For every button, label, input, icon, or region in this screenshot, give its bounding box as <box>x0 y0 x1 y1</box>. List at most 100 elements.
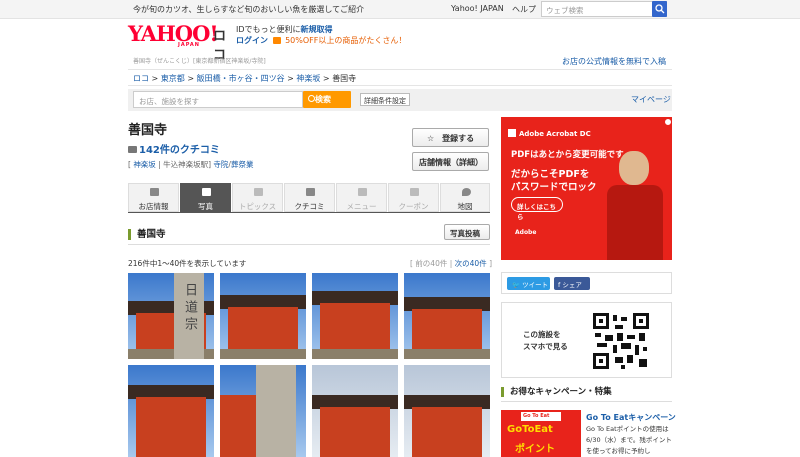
ad-cta-button[interactable]: 詳しくはこちら <box>511 197 563 221</box>
tab-topics[interactable]: トピックス <box>232 183 283 212</box>
campaign-img-line1: GoToEat <box>507 424 553 435</box>
adobe-logo: Adobe <box>515 229 537 236</box>
yahoo-japan-link[interactable]: Yahoo! JAPAN <box>451 4 504 13</box>
ad-person-image <box>605 145 665 260</box>
tab-label: メニュー <box>346 202 377 211</box>
breadcrumb-kagurazaka[interactable]: 神楽坂 <box>296 74 320 83</box>
tweet-button[interactable]: 🐦 ツイート <box>507 277 550 290</box>
campaign-title-link[interactable]: Go To Eatキャンペーン <box>586 412 676 423</box>
web-search-button[interactable] <box>652 1 667 17</box>
advertisement-banner[interactable]: Adobe Acrobat DC PDFはあとから変更可能です。 だからこそPD… <box>501 117 672 260</box>
coupon-icon <box>410 188 419 196</box>
tab-menu[interactable]: メニュー <box>336 183 387 212</box>
qr-box: この施設を スマホで見る <box>501 302 672 378</box>
photo-thumbnail[interactable] <box>312 273 398 359</box>
breadcrumb: ロコ > 東京都 > 飯田橋・市ヶ谷・四ツ谷 > 神楽坂 > 善国寺 <box>128 69 672 86</box>
ad-brand: Adobe Acrobat DC <box>508 129 591 138</box>
campaign-img-line2: ポイント <box>515 444 555 455</box>
breadcrumb-area[interactable]: 飯田橋・市ヶ谷・四ツ谷 <box>197 74 285 83</box>
store-info-button[interactable]: 店舗情報（詳細） <box>412 152 489 171</box>
post-photo-button[interactable]: 写真投稿 <box>444 224 490 240</box>
stone-caption: 日 道 宗 <box>182 283 197 331</box>
reviews-link[interactable]: 142件のクチコミ <box>128 141 220 156</box>
tag-station: 牛込神楽坂駅 <box>163 160 209 169</box>
map-pin-icon <box>462 188 471 196</box>
share-box: 🐦 ツイート f シェア <box>501 272 672 294</box>
id-text: IDでもっと便利に <box>236 25 301 34</box>
photo-count: 216件中1〜40件を表示しています <box>128 259 247 268</box>
tab-label: お店情報 <box>138 202 169 211</box>
page-title: 善国寺 <box>128 123 168 138</box>
official-info-link[interactable]: お店の公式情報を無料で入稿 <box>562 56 666 67</box>
photo-thumbnail[interactable] <box>128 365 214 457</box>
search-icon <box>655 4 665 14</box>
photo-thumbnail[interactable] <box>404 365 490 457</box>
photos-section-title: 善国寺 <box>128 229 166 240</box>
help-link[interactable]: ヘルプ <box>512 4 536 15</box>
tag-category-temple[interactable]: 寺院 <box>213 160 228 169</box>
tab-store-info[interactable]: お店情報 <box>128 183 179 212</box>
facebook-share-button[interactable]: f シェア <box>554 277 590 290</box>
campaign-badge: Go To Eat <box>521 412 561 421</box>
top-bar: 今が旬のカツオ、生しらすなど旬のおいしい魚を厳選してご紹介 Yahoo! JAP… <box>0 0 800 19</box>
place-search-input[interactable]: お店、施設を探す <box>133 91 303 108</box>
prev-page: 前の40件 <box>415 259 448 268</box>
campaign-text: Go To Eatポイントの使用は6/30（水）まで。残ポイントを使ってお得に予… <box>586 425 672 455</box>
login-link[interactable]: ログイン <box>236 36 268 45</box>
logo-japan: JAPAN <box>178 42 200 48</box>
photo-thumbnail[interactable] <box>220 273 306 359</box>
place-search-button[interactable]: 検索 <box>303 91 351 108</box>
qr-text-1: この施設を <box>523 330 561 339</box>
breadcrumb-loco[interactable]: ロコ <box>133 74 149 83</box>
register-button[interactable]: ☆ 登録する <box>412 128 489 147</box>
advanced-search-button[interactable]: 詳細条件設定 <box>360 93 410 106</box>
yahoo-loco-logo[interactable]: YAHOO! JAPAN ロコ <box>128 21 232 63</box>
promo-link[interactable]: 今が旬のカツオ、生しらすなど旬のおいしい魚を厳選してご紹介 <box>133 4 364 15</box>
breadcrumb-tokyo[interactable]: 東京都 <box>161 74 185 83</box>
tag-category-funeral[interactable]: 葬祭業 <box>231 160 254 169</box>
signup-link[interactable]: 新規取得 <box>301 25 333 34</box>
id-promo: IDでもっと便利に新規取得 <box>236 24 333 35</box>
tab-photos[interactable]: 写真 <box>180 183 231 212</box>
photo-thumbnail[interactable] <box>312 365 398 457</box>
pager: [ 前の40件 | 次の40件 ] <box>410 259 493 268</box>
register-label: 登録する <box>442 134 475 143</box>
tab-map[interactable]: 地図 <box>440 183 490 212</box>
tab-label: クーポン <box>398 202 429 211</box>
deal-link[interactable]: 50%OFF以上の商品がたくさん！ <box>285 36 406 45</box>
place-search-bar: お店、施設を探す 検索 詳細条件設定 マイページ <box>128 89 672 111</box>
divider <box>128 244 490 245</box>
ad-brand-text: Adobe Acrobat DC <box>519 130 591 138</box>
search-button-label: 検索 <box>315 95 331 104</box>
logo-yahoo: YAHOO! <box>128 21 219 46</box>
tab-label: トピックス <box>238 202 277 211</box>
tab-label: 地図 <box>457 202 473 211</box>
cart-icon <box>272 37 281 44</box>
menu-icon <box>358 188 367 196</box>
campaign-image[interactable]: Go To Eat GoToEat ポイント <box>501 410 581 457</box>
web-search-input[interactable]: ウェブ検索 <box>541 1 667 17</box>
place-tabs: お店情報 写真 トピックス クチコミ メニュー クーポン 地図 <box>128 183 490 213</box>
camera-icon <box>202 188 211 196</box>
breadcrumb-current: 善国寺 <box>332 74 357 83</box>
next-page-link[interactable]: 次の40件 <box>455 259 487 268</box>
mypage-link[interactable]: マイページ <box>631 94 671 105</box>
photo-thumbnail[interactable]: 日 道 宗 <box>128 273 214 359</box>
photo-thumbnail[interactable] <box>220 365 306 457</box>
photo-thumbnail[interactable] <box>404 273 490 359</box>
megaphone-icon <box>254 188 263 196</box>
ad-line2: だからこそPDFを <box>511 169 590 180</box>
place-meta: 善国寺（ぜんこくじ）[東京都新宿区神楽坂/寺院] <box>133 58 266 65</box>
reviews-count: 142件のクチコミ <box>139 145 220 156</box>
tab-label: 写真 <box>198 202 213 211</box>
comment-icon <box>306 188 315 196</box>
tag-area[interactable]: 神楽坂 <box>133 160 156 169</box>
share-label: シェア <box>562 281 582 289</box>
divider <box>501 401 672 402</box>
ad-info-icon[interactable] <box>665 119 671 125</box>
tab-coupon[interactable]: クーポン <box>388 183 439 212</box>
tab-reviews[interactable]: クチコミ <box>284 183 335 212</box>
comment-icon <box>128 146 137 153</box>
campaign-section-title: お得なキャンペーン・特集 <box>501 387 612 397</box>
tab-label: クチコミ <box>294 202 325 211</box>
